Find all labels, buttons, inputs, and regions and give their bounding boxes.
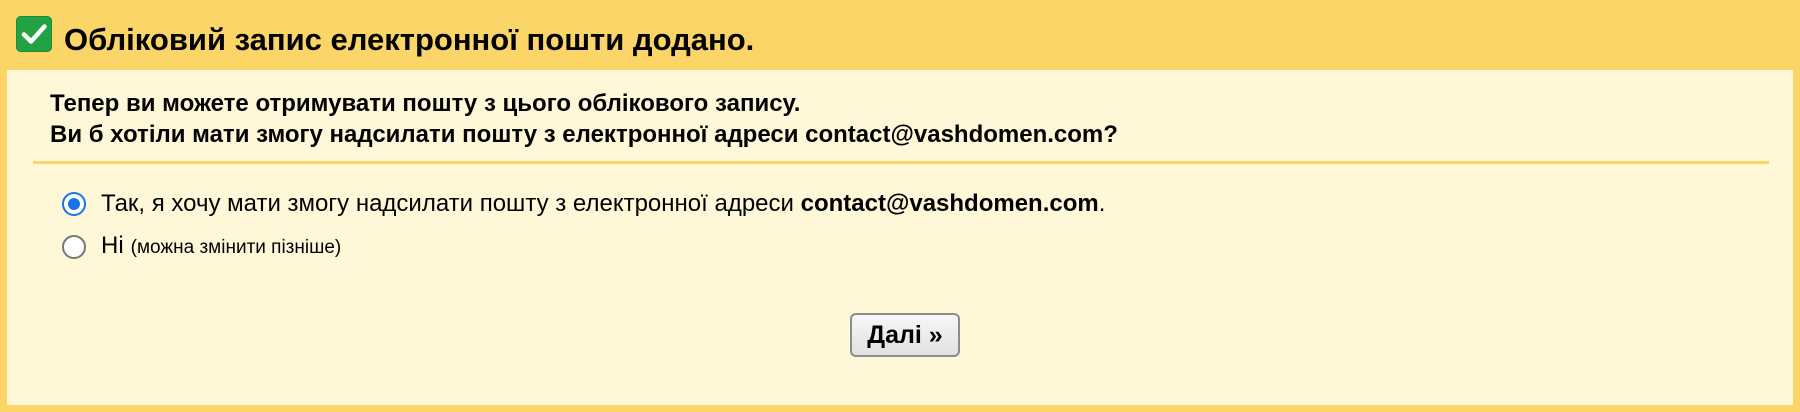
option-no[interactable]: Ні (можна змінити пізніше) [62, 231, 341, 263]
option-no-label: Ні (можна змінити пізніше) [101, 231, 341, 263]
page-title: Обліковий запис електронної пошти додано… [64, 22, 755, 57]
next-button[interactable]: Далі » [850, 313, 960, 357]
option-yes-email: contact@vashdomen.com [800, 190, 1099, 217]
intro-text: Тепер ви можете отримувати пошту з цього… [50, 88, 1118, 150]
option-yes-label: Так, я хочу мати змогу надсилати пошту з… [101, 189, 1105, 219]
checkmark-glyph [21, 24, 47, 44]
intro-line-receive: Тепер ви можете отримувати пошту з цього… [50, 90, 801, 117]
checkmark-icon [16, 16, 52, 52]
intro-line-question: Ви б хотіли мати змогу надсилати пошту з… [50, 121, 1118, 148]
option-yes[interactable]: Так, я хочу мати змогу надсилати пошту з… [62, 188, 1105, 220]
option-no-note: (можна змінити пізніше) [130, 237, 342, 258]
confirmation-header: Обліковий запис електронної пошти додано… [0, 0, 1800, 70]
radio-yes[interactable] [62, 192, 86, 216]
content-panel: Тепер ви можете отримувати пошту з цього… [7, 70, 1793, 405]
option-no-text: Ні [101, 232, 124, 259]
account-added-frame: Обліковий запис електронної пошти додано… [0, 0, 1800, 412]
option-yes-suffix: . [1098, 190, 1106, 217]
radio-no[interactable] [62, 235, 86, 259]
divider [33, 161, 1769, 164]
option-yes-prefix: Так, я хочу мати змогу надсилати пошту з… [101, 190, 801, 217]
